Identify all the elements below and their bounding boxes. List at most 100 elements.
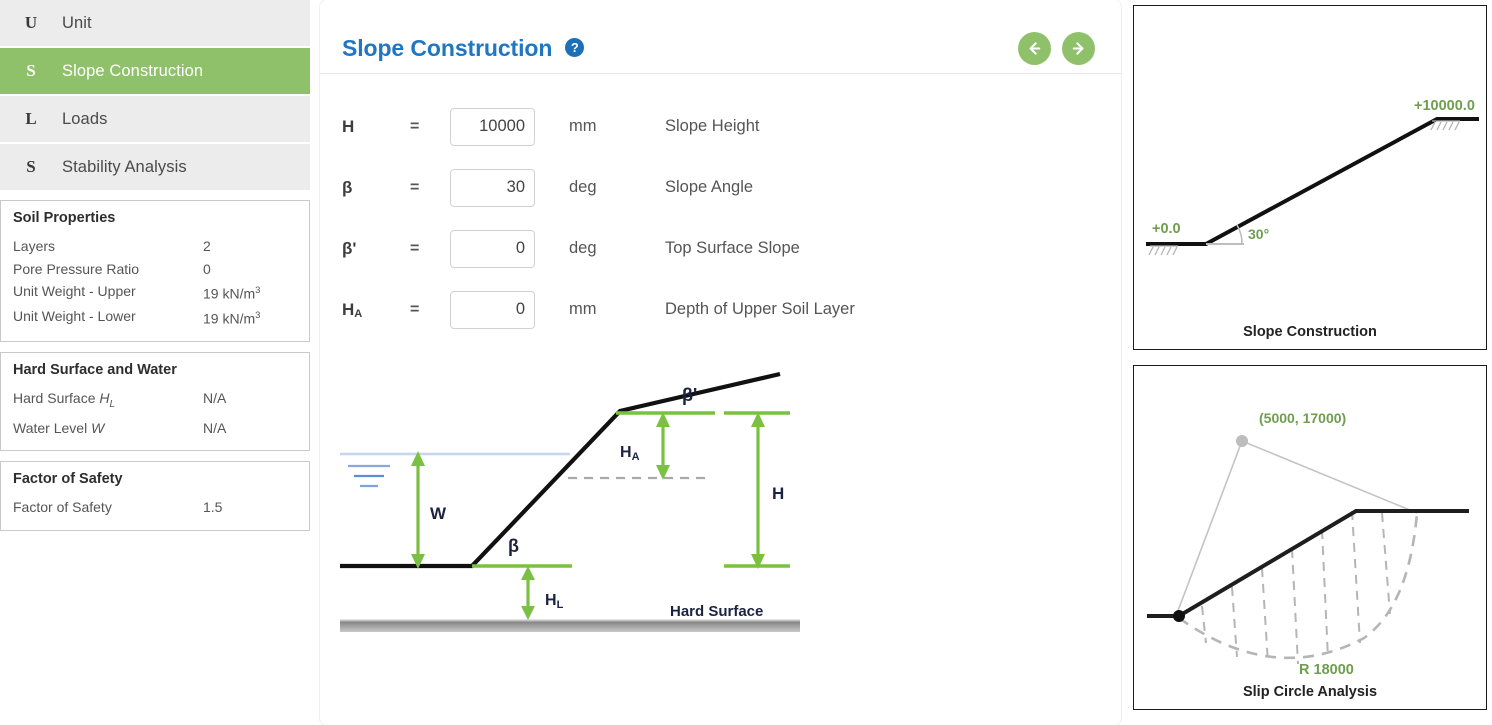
support-hatch-base	[1148, 245, 1178, 256]
row-key: Water Level W	[13, 419, 105, 436]
field-symbol: HA	[342, 299, 363, 320]
label-slope-angle: β	[508, 536, 519, 556]
field-unit: mm	[569, 117, 597, 135]
summary-row: Pore Pressure Ratio 0	[13, 258, 297, 281]
row-value: 2	[203, 238, 211, 254]
row-value: 19 kN/m3	[203, 310, 261, 327]
slip-circle-preview-svg: (5000, 17000) R 18000	[1147, 410, 1469, 678]
next-step-button[interactable]	[1062, 32, 1095, 65]
unit-letter-icon: U	[24, 13, 38, 32]
equals-sign: =	[410, 117, 420, 135]
slope-height-input[interactable]	[450, 107, 535, 146]
row-key: Factor of Safety	[13, 499, 112, 516]
sidebar-item-label: Stability Analysis	[62, 157, 187, 176]
upper-layer-depth-dimension: HA	[620, 412, 670, 480]
main-content-card: Slope Construction ? H = 10000 mm Slope …	[320, 0, 1121, 725]
hard-surface-water-panel: Hard Surface and Water Hard Surface HL N…	[0, 352, 310, 452]
label-hard-surface-depth: HL	[545, 592, 564, 611]
equals-sign: =	[410, 239, 420, 257]
label-slope-height: H	[772, 484, 784, 503]
support-hatch-top	[1430, 120, 1460, 131]
field-unit: deg	[569, 239, 597, 257]
field-symbol: H	[342, 116, 355, 136]
row-key: Unit Weight - Upper	[13, 283, 136, 299]
slope-angle-input[interactable]	[450, 168, 535, 207]
help-circle-icon[interactable]: ?	[565, 38, 585, 57]
arrow-right-icon	[1072, 42, 1084, 55]
preview-caption: Slope Construction	[1243, 324, 1377, 340]
slope-diagram-svg: W HA H HL β β' Hard Surface	[340, 371, 800, 632]
row-key: Hard Surface HL	[13, 390, 116, 411]
field-description: Depth of Upper Soil Layer	[665, 300, 855, 318]
loads-letter-icon: L	[25, 109, 37, 128]
equals-sign: =	[410, 178, 420, 196]
field-row-top-surface-slope: β' = deg Top Surface Slope	[320, 218, 1121, 279]
slip-circle-arc	[1178, 512, 1419, 660]
sidebar-item-unit[interactable]: U Unit	[0, 0, 310, 46]
row-key: Pore Pressure Ratio	[13, 260, 140, 277]
summary-row: Layers 2	[13, 235, 297, 258]
field-row-slope-angle: β = deg Slope Angle	[320, 157, 1121, 218]
page-title: Slope Construction	[342, 35, 553, 61]
slip-circle-centre-point	[1236, 435, 1248, 447]
field-row-slope-height: H = mm Slope Height	[320, 96, 1121, 157]
panel-title: Soil Properties	[13, 210, 116, 226]
radius-line-right	[1241, 440, 1418, 514]
water-depth-dimension: W	[411, 451, 447, 569]
field-symbol: β'	[342, 238, 357, 258]
row-value: 1.5	[203, 499, 223, 516]
label-top-surface-slope: β'	[682, 385, 697, 405]
slope-stability-app: U Unit S Slope Construction L Loads S St…	[0, 0, 1492, 725]
field-symbol: β	[342, 177, 353, 197]
equals-sign: =	[410, 300, 420, 318]
arrow-left-icon	[1029, 42, 1041, 55]
preview-caption: Slip Circle Analysis	[1242, 684, 1378, 700]
field-unit: mm	[569, 300, 597, 318]
panel-title: Factor of Safety	[13, 471, 123, 488]
slip-circle-preview-card[interactable]: (5000, 17000) R 18000 Slip Circle Analys…	[1133, 365, 1487, 710]
sidebar-item-label: Unit	[62, 13, 92, 32]
row-value: N/A	[203, 419, 227, 436]
row-key: Unit Weight - Lower	[13, 308, 136, 325]
summary-row: Hard Surface HL N/A	[13, 387, 297, 416]
angle-annotation: 30°	[1248, 226, 1269, 242]
main-header: Slope Construction ?	[320, 0, 1121, 74]
upper-layer-depth-input[interactable]	[450, 290, 535, 329]
summary-row: Water Level W N/A	[13, 417, 297, 440]
field-description: Top Surface Slope	[665, 239, 800, 257]
panel-title: Hard Surface and Water	[13, 362, 177, 379]
stability-letter-icon: S	[26, 157, 36, 176]
field-row-upper-layer-depth: HA = mm Depth of Upper Soil Layer	[320, 279, 1121, 340]
top-surface-slope-input[interactable]	[450, 229, 535, 268]
base-level-annotation: +0.0	[1152, 221, 1181, 237]
sidebar-nav: U Unit S Slope Construction L Loads S St…	[0, 0, 310, 190]
field-description: Slope Angle	[665, 178, 754, 196]
row-key: Layers	[13, 238, 56, 254]
row-value: N/A	[203, 390, 227, 407]
field-unit: deg	[569, 178, 597, 196]
label-water-level: W	[430, 504, 447, 523]
sidebar: U Unit S Slope Construction L Loads S St…	[0, 0, 310, 725]
sidebar-item-stability-analysis[interactable]: S Stability Analysis	[0, 144, 310, 190]
slip-circle-centre-annotation: (5000, 17000)	[1259, 410, 1346, 426]
step-navigation	[1018, 32, 1095, 65]
factor-of-safety-panel: Factor of Safety Factor of Safety 1.5	[0, 461, 310, 531]
slip-radius-annotation: R 18000	[1299, 662, 1354, 678]
slope-parameters-form: H = mm Slope Height β = deg Slope Angle …	[320, 74, 1121, 340]
row-value: 19 kN/m3	[203, 285, 261, 302]
preview-column: 30° +0.0 +10000.0 Slope Construction (50…	[1121, 0, 1492, 725]
slope-letter-icon: S	[26, 61, 36, 80]
row-value: 0	[203, 260, 211, 277]
ground-profile-line	[340, 371, 781, 569]
slip-toe-point	[1173, 610, 1185, 622]
slope-construction-preview-card[interactable]: 30° +0.0 +10000.0 Slope Construction	[1133, 5, 1487, 350]
sidebar-item-slope-construction[interactable]: S Slope Construction	[0, 48, 310, 94]
previous-step-button[interactable]	[1018, 32, 1051, 65]
soil-properties-panel: Soil Properties Layers 2 Pore Pressure R…	[0, 200, 310, 343]
slope-definition-diagram: W HA H HL β β' Hard Surface	[320, 340, 1121, 651]
sidebar-item-loads[interactable]: L Loads	[0, 96, 310, 142]
label-upper-layer-depth: HA	[620, 444, 640, 463]
hard-surface-depth-dimension: HL	[521, 566, 564, 620]
summary-row: Unit Weight - Upper 19 kN/m3	[13, 280, 297, 305]
sidebar-item-label: Loads	[62, 109, 108, 128]
